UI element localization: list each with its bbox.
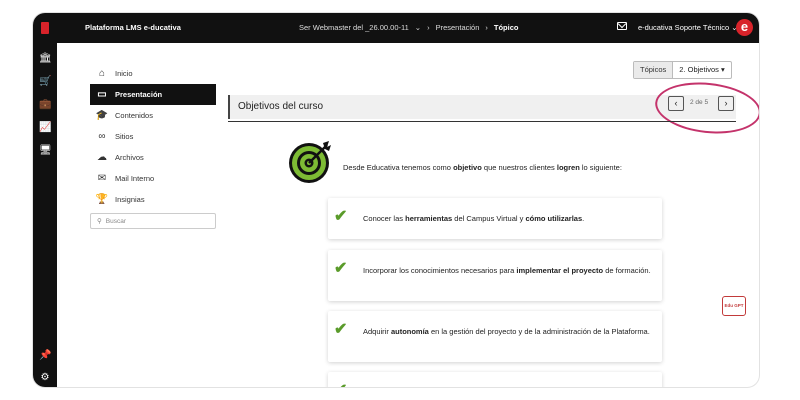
screen-icon[interactable]: 🖥 xyxy=(39,145,52,157)
pin-icon[interactable]: 📌 xyxy=(39,350,51,362)
intro-block: Desde Educativa tenemos como objetivo qu… xyxy=(287,137,707,187)
section-nav: ⌂ Inicio ▭ Presentación 🎓 Contenidos ∞ Sitio… xyxy=(90,63,216,210)
topic-selector-label: Tópicos xyxy=(634,62,674,78)
topic-selector-value[interactable]: 2. Objetivos ▾ xyxy=(673,62,730,78)
link-icon: ∞ xyxy=(98,131,106,142)
nav-item-inicio[interactable]: ⌂ Inicio xyxy=(90,63,216,84)
graduation-cap-icon: 🎓 xyxy=(95,110,109,121)
intro-text: Desde Educativa tenemos como objetivo qu… xyxy=(343,163,622,172)
app-title: Plataforma LMS e-ducativa xyxy=(85,23,181,32)
chevron-right-icon: › xyxy=(427,23,430,32)
search-placeholder: Buscar xyxy=(105,217,126,225)
nav-label: Archivos xyxy=(115,153,144,162)
nav-item-mail[interactable]: ✉ Mail Interno xyxy=(90,168,216,189)
app-window: Plataforma LMS e-ducativa Ser Webmaster … xyxy=(33,13,759,387)
nav-item-presentacion[interactable]: ▭ Presentación xyxy=(90,84,216,105)
home-icon: ⌂ xyxy=(98,68,106,79)
nav-item-contenidos[interactable]: 🎓 Contenidos xyxy=(90,105,216,126)
topic-selector[interactable]: Tópicos 2. Objetivos ▾ xyxy=(633,61,732,79)
objective-text: Incorporar los conocimientos necesarios … xyxy=(363,266,651,275)
nav-label: Sitios xyxy=(115,132,134,141)
edu-gpt-button[interactable]: Edu GPT xyxy=(722,296,746,316)
breadcrumb-section[interactable]: Presentación xyxy=(436,23,480,32)
user-menu[interactable]: e-ducativa Soporte Técnico ⌄ xyxy=(638,23,738,32)
gear-icon[interactable]: ⚙ xyxy=(39,372,51,384)
search-input[interactable]: ⚲ Buscar xyxy=(90,213,216,229)
bank-icon[interactable]: 🏛 xyxy=(39,53,52,65)
divider xyxy=(228,121,736,122)
logo-icon[interactable] xyxy=(41,22,49,34)
target-icon xyxy=(289,141,331,183)
left-rail: 🏛 🛒 💼 📈 🖥 📌 ⚙ xyxy=(33,43,57,387)
briefcase-icon[interactable]: 💼 xyxy=(39,99,51,111)
chevron-right-icon: › xyxy=(485,23,488,32)
nav-label: Inicio xyxy=(115,69,133,78)
objective-text: Adquirir autonomía en la gestión del pro… xyxy=(363,327,650,336)
nav-item-archivos[interactable]: ☁ Archivos xyxy=(90,147,216,168)
nav-label: Presentación xyxy=(115,90,163,99)
objective-text: Conocer las herramientas del Campus Virt… xyxy=(363,214,585,223)
check-icon: ✔ xyxy=(334,380,347,387)
mail-icon: ✉ xyxy=(97,173,107,184)
top-bar: Plataforma LMS e-ducativa Ser Webmaster … xyxy=(33,13,759,43)
trophy-icon: 🏆 xyxy=(95,194,109,205)
nav-item-sitios[interactable]: ∞ Sitios xyxy=(90,126,216,147)
chart-icon[interactable]: 📈 xyxy=(39,122,51,134)
nav-label: Contenidos xyxy=(115,111,153,120)
nav-item-insignias[interactable]: 🏆 Insignias xyxy=(90,189,216,210)
nav-label: Insignias xyxy=(115,195,145,204)
search-icon: ⚲ xyxy=(97,218,102,225)
nav-label: Mail Interno xyxy=(115,174,155,183)
mail-icon[interactable] xyxy=(617,22,627,30)
user-name: e-ducativa Soporte Técnico xyxy=(638,23,730,32)
monitor-icon: ▭ xyxy=(97,89,107,100)
e-logo-avatar[interactable]: e xyxy=(736,19,753,36)
objective-card: ✔ Adquirir autonomía en la gestión del p… xyxy=(328,311,662,362)
objective-card: ✔ Incorporar los conocimientos necesario… xyxy=(328,250,662,301)
highlight-annotation xyxy=(652,77,759,139)
check-icon: ✔ xyxy=(334,260,348,277)
breadcrumb: Ser Webmaster del _26.00.00-11 ⌄ › Prese… xyxy=(299,23,518,32)
check-icon: ✔ xyxy=(334,321,348,338)
objective-card: ✔ xyxy=(328,372,662,387)
cart-icon[interactable]: 🛒 xyxy=(39,76,51,88)
breadcrumb-current: Tópico xyxy=(493,23,519,32)
check-icon: ✔ xyxy=(334,208,348,225)
cloud-icon: ☁ xyxy=(97,152,107,163)
chevron-down-icon: ⌄ xyxy=(414,23,422,32)
page-title: Objetivos del curso xyxy=(238,101,324,112)
objective-card: ✔ Conocer las herramientas del Campus Vi… xyxy=(328,198,662,239)
breadcrumb-role[interactable]: Ser Webmaster del _26.00.00-11 xyxy=(299,23,409,32)
